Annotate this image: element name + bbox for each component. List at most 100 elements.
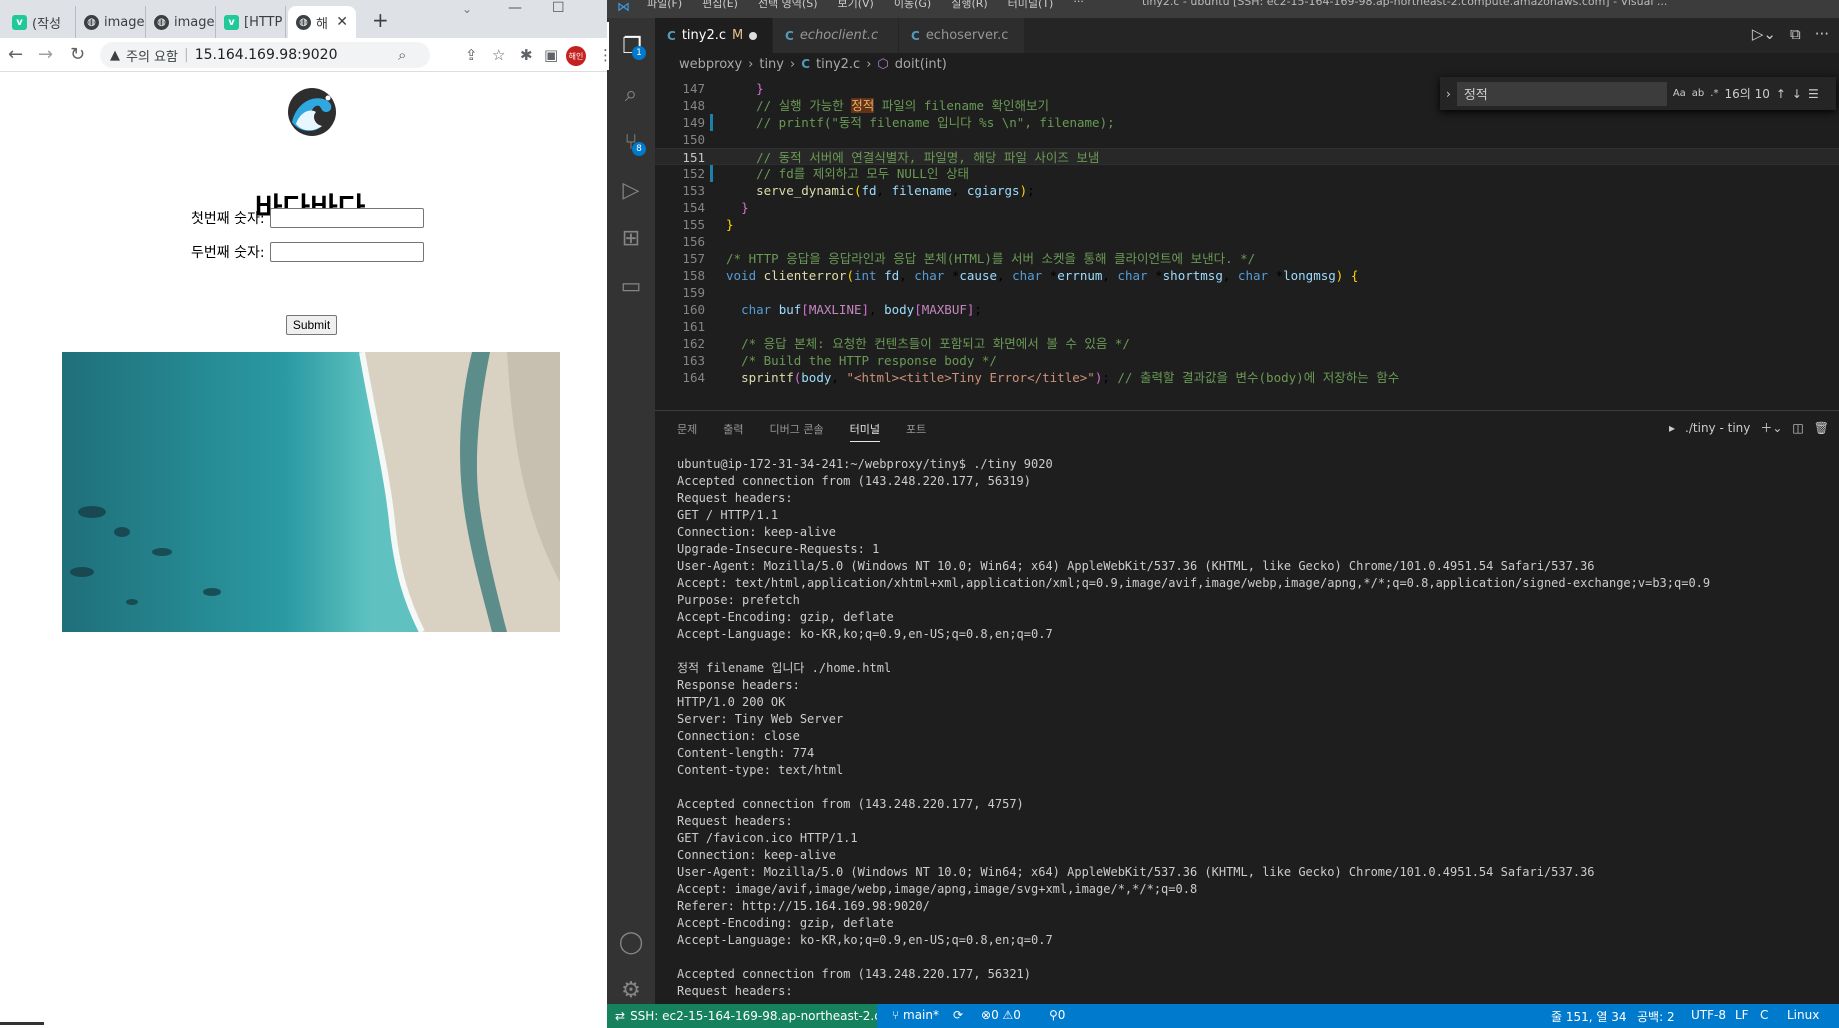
language-mode[interactable]: C — [1760, 1008, 1768, 1022]
code-line[interactable]: 159 — [655, 284, 1839, 301]
new-terminal-plus-icon[interactable]: ＋⌄ — [1760, 419, 1782, 436]
source-control-icon[interactable]: ⑂ 8 — [607, 118, 655, 166]
tab-tiny2-c[interactable]: C tiny2.c M — [655, 18, 773, 53]
find-input[interactable] — [1456, 81, 1667, 106]
browser-tab-4[interactable]: v [HTTP — [216, 6, 286, 38]
breadcrumb-file[interactable]: tiny2.c — [816, 57, 860, 72]
first-number-input[interactable] — [269, 208, 424, 228]
regex-toggle[interactable]: .* — [1710, 88, 1718, 99]
previous-match-arrow-icon[interactable]: ↑ — [1776, 87, 1786, 101]
cursor-position[interactable]: 줄 151, 열 34 — [1551, 1008, 1627, 1025]
encoding[interactable]: UTF-8 — [1691, 1008, 1726, 1022]
security-warning-label[interactable]: 주의 요함 — [126, 46, 178, 65]
match-case-toggle[interactable]: Aa — [1673, 88, 1686, 99]
submit-button[interactable]: Submit — [286, 315, 337, 335]
git-branch[interactable]: ⑂ main* — [892, 1008, 939, 1022]
browser-tab-3[interactable]: ◍ image — [146, 6, 216, 38]
os-indicator[interactable]: Linux — [1787, 1008, 1819, 1022]
code-line[interactable]: 161 — [655, 318, 1839, 335]
breadcrumb-folder[interactable]: tiny — [759, 57, 784, 72]
tab-debug-console[interactable]: 디버그 콘솔 — [770, 421, 824, 442]
code-line[interactable]: 149 // printf("동적 filename 입니다 %s \n", f… — [655, 114, 1839, 131]
code-line[interactable]: 160 char buf[MAXLINE], body[MAXBUF]; — [655, 301, 1839, 318]
bookmark-star-icon[interactable]: ☆ — [492, 46, 505, 64]
tab-output[interactable]: 출력 — [723, 421, 743, 442]
unsaved-dot-icon[interactable] — [749, 31, 758, 40]
browser-tab-2[interactable]: ◍ image — [76, 6, 146, 38]
warning-triangle-icon[interactable]: ▲ — [110, 48, 120, 63]
address-bar[interactable]: ▲ 주의 요함 | 15.164.169.98:9020 — [100, 42, 430, 68]
second-number-label: 두번째 숫자: — [191, 245, 265, 261]
tab-search-chevron-icon[interactable]: ⌄ — [462, 2, 472, 16]
menu-dots-icon[interactable]: ⋮ — [598, 46, 607, 64]
menu-more[interactable]: ··· — [1073, 0, 1084, 11]
code-line[interactable]: 156 — [655, 233, 1839, 250]
code-line[interactable]: 151 // 동적 서버에 연결식별자, 파일명, 해당 파일 사이즈 보냄 — [655, 148, 1839, 165]
back-arrow-icon[interactable]: ← — [8, 44, 23, 65]
forwarded-ports[interactable]: ⚲0 — [1049, 1008, 1065, 1022]
second-number-input[interactable] — [269, 242, 424, 262]
menu-selection[interactable]: 선택 영역(S) — [758, 0, 818, 11]
menu-terminal[interactable]: 터미널(T) — [1008, 0, 1054, 11]
menu-file[interactable]: 파일(F) — [647, 0, 682, 11]
browser-tab-active[interactable]: ◍ 해 ✕ — [288, 6, 356, 38]
menu-view[interactable]: 보기(V) — [837, 0, 873, 11]
code-line[interactable]: 152 // fd를 제외하고 모두 NULL인 상태 — [655, 165, 1839, 182]
profile-avatar[interactable]: 해인 — [566, 46, 586, 66]
kill-terminal-trash-icon[interactable]: 🗑 — [1814, 421, 1829, 435]
forward-arrow-icon[interactable]: → — [38, 44, 53, 65]
minimize-icon[interactable]: — — [508, 0, 522, 16]
browser-tab-1[interactable]: v (작성 — [4, 6, 76, 38]
compare-icon[interactable]: ⧉ — [1790, 25, 1801, 43]
terminal-output[interactable]: ubuntu@ip-172-31-34-241:~/webproxy/tiny$… — [677, 456, 1827, 1001]
end-of-line[interactable]: LF — [1735, 1008, 1749, 1022]
more-actions-icon[interactable]: ··· — [1815, 25, 1829, 43]
breadcrumb-folder[interactable]: webproxy — [679, 57, 742, 72]
next-match-arrow-icon[interactable]: ↓ — [1792, 87, 1802, 101]
account-icon[interactable]: ◯ — [607, 918, 655, 966]
remote-indicator[interactable]: ⇄ SSH: ec2-15-164-169-98.ap-northeast-2.… — [607, 1004, 877, 1028]
run-debug-icon[interactable]: ▷ — [607, 166, 655, 214]
url-text[interactable]: 15.164.169.98:9020 — [195, 47, 338, 63]
find-in-selection-icon[interactable]: ☰ — [1808, 87, 1819, 101]
menu-run[interactable]: 실행(R) — [951, 0, 987, 11]
zoom-icon[interactable]: ⌕ — [398, 46, 406, 64]
code-line[interactable]: 158 void clienterror(int fd, char *cause,… — [655, 267, 1839, 284]
tab-problems[interactable]: 문제 — [677, 421, 697, 442]
close-tab-icon[interactable]: ✕ — [336, 14, 348, 30]
toggle-replace-chevron-icon[interactable]: › — [1446, 87, 1451, 101]
tab-echoserver-c[interactable]: C echoserver.c — [899, 18, 1025, 53]
reload-icon[interactable]: ↻ — [70, 44, 85, 65]
tab-terminal[interactable]: 터미널 — [849, 421, 880, 442]
share-icon[interactable]: ⇪ — [465, 46, 478, 64]
code-line[interactable]: 164 sprintf(body, "<html><title>Tiny Err… — [655, 369, 1839, 386]
breadcrumb-symbol[interactable]: doit(int) — [895, 57, 947, 72]
problems-summary[interactable]: ⊗0 ⚠0 — [981, 1008, 1021, 1022]
tab-ports[interactable]: 포트 — [906, 421, 926, 442]
code-line[interactable]: 155} — [655, 216, 1839, 233]
terminal-instance-name[interactable]: ./tiny - tiny — [1685, 421, 1750, 435]
extensions-icon[interactable]: ⊞ — [607, 214, 655, 262]
side-panel-icon[interactable]: ▣ — [544, 46, 558, 64]
split-terminal-icon[interactable]: ◫ — [1792, 421, 1803, 435]
maximize-icon[interactable]: ☐ — [552, 0, 565, 16]
code-line[interactable]: 154 } — [655, 199, 1839, 216]
remote-explorer-icon[interactable]: ▭ — [607, 262, 655, 310]
explorer-icon[interactable]: ❐ 1 — [607, 22, 655, 70]
indentation[interactable]: 공백: 2 — [1637, 1008, 1675, 1025]
code-line[interactable]: 163 /* Build the HTTP response body */ — [655, 352, 1839, 369]
match-whole-word-toggle[interactable]: ab — [1692, 88, 1704, 99]
menu-edit[interactable]: 편집(E) — [702, 0, 738, 11]
code-line[interactable]: 150 — [655, 131, 1839, 148]
code-line[interactable]: 157 /* HTTP 응답을 응답라인과 응답 본체(HTML)를 서버 소켓을… — [655, 250, 1839, 267]
code-line[interactable]: 153 serve_dynamic(fd, filename, cgiargs)… — [655, 182, 1839, 199]
code-line[interactable]: 162 /* 응답 본체: 요청한 컨텐츠들이 포함되고 화면에서 볼 수 있음… — [655, 335, 1839, 352]
run-code-icon[interactable]: ▷⌄ — [1752, 25, 1776, 43]
code-editor[interactable]: 147 } 148 // 실행 가능한 정적 파일의 filename 확인해보기… — [655, 75, 1839, 410]
tab-echoclient-c[interactable]: C echoclient.c — [773, 18, 899, 53]
extensions-puzzle-icon[interactable]: ✱ — [520, 46, 533, 64]
menu-go[interactable]: 이동(G) — [894, 0, 931, 11]
new-tab-button[interactable]: + — [372, 8, 389, 32]
sync-icon[interactable]: ⟳ — [953, 1008, 963, 1022]
search-icon[interactable]: ⌕ — [607, 70, 655, 118]
